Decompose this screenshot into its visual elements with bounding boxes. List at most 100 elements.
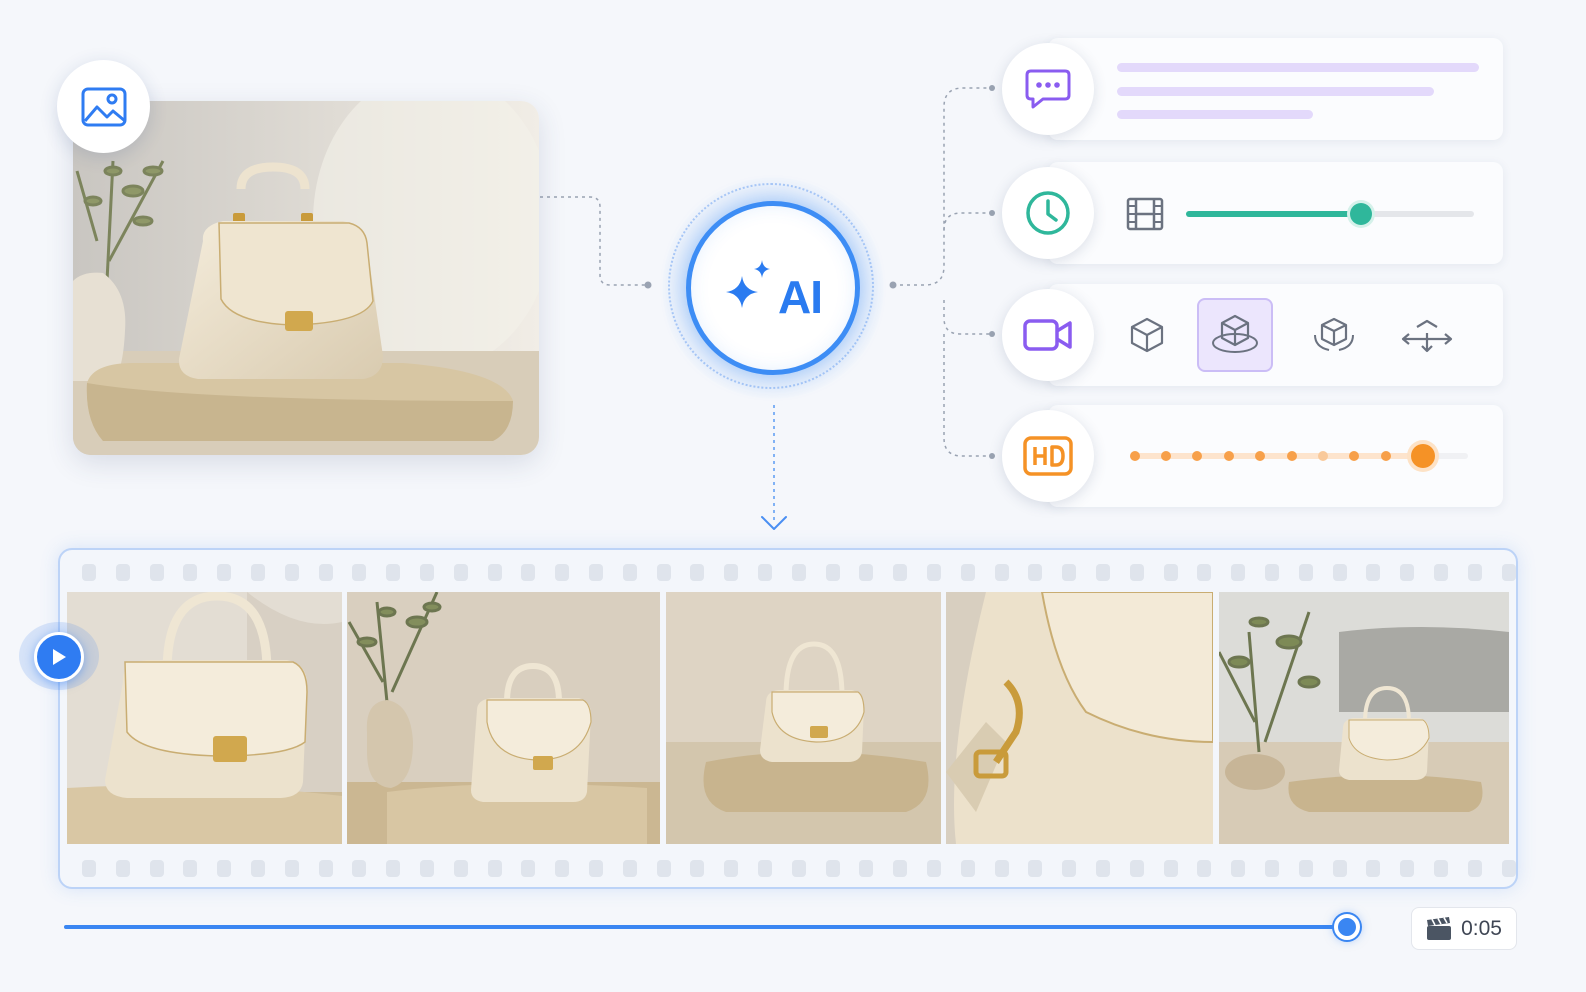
film-sprocket-hole: [994, 564, 1009, 581]
film-sprocket-hole: [656, 564, 671, 581]
video-frame-2[interactable]: [347, 592, 660, 844]
film-sprocket-hole: [622, 564, 637, 581]
source-product-photo: [73, 101, 539, 455]
film-sprocket-hole: [251, 860, 265, 877]
chat-bubble-icon: [1025, 69, 1071, 109]
film-sprocket-hole: [386, 860, 401, 877]
film-sprocket-hole: [690, 860, 705, 877]
prompt-panel[interactable]: [1048, 38, 1503, 140]
film-sprocket-hole: [994, 860, 1009, 877]
orbit-cube-icon: [1212, 314, 1258, 353]
film-sprocket-hole: [1366, 564, 1381, 581]
video-frame-1[interactable]: [67, 592, 342, 844]
film-sprocket-hole: [960, 860, 975, 877]
quality-step: [1130, 451, 1140, 461]
film-sprocket-hole: [453, 564, 468, 581]
duration-button[interactable]: [1002, 167, 1094, 259]
film-sprocket-hole: [656, 860, 671, 877]
camera-mode-static[interactable]: [1109, 298, 1185, 372]
pan-arrows-icon: [1401, 319, 1453, 353]
camera-mode-pan[interactable]: [1389, 298, 1465, 372]
quality-panel: [1048, 405, 1503, 507]
film-sprocket-hole: [183, 564, 198, 581]
film-sprocket-hole: [859, 860, 874, 877]
film-sprocket-hole: [386, 564, 401, 581]
film-sprocket-hole: [859, 564, 874, 581]
film-sprocket-hole: [1129, 564, 1144, 581]
quality-button[interactable]: [1002, 410, 1094, 502]
film-sprocket-hole: [318, 564, 333, 581]
quality-slider-knob[interactable]: [1411, 444, 1435, 468]
film-sprocket-hole: [927, 860, 941, 877]
prompt-line: [1117, 110, 1313, 119]
film-sprocket-hole: [1366, 860, 1381, 877]
film-sprocket-hole: [420, 860, 434, 877]
film-icon: [1126, 197, 1164, 231]
film-sprocket-hole: [1298, 860, 1313, 877]
duration-slider-fill: [1186, 211, 1361, 217]
camera-motion-panel: [1048, 284, 1503, 386]
film-sprocket-hole: [1096, 860, 1110, 877]
image-upload-button[interactable]: [57, 60, 150, 153]
film-sprocket-hole: [589, 860, 603, 877]
film-sprocket-hole: [1434, 860, 1448, 877]
film-sprocket-hole: [1501, 860, 1516, 877]
film-sprocket-hole: [149, 860, 164, 877]
play-button[interactable]: [19, 622, 99, 690]
hd-icon: [1023, 436, 1073, 476]
video-frame-5[interactable]: [1219, 592, 1509, 844]
film-sprocket-hole: [825, 860, 840, 877]
duration-slider-knob[interactable]: [1350, 203, 1372, 225]
film-sprocket-hole: [1163, 860, 1178, 877]
prompt-button[interactable]: [1002, 43, 1094, 135]
film-sprocket-hole: [758, 860, 772, 877]
film-sprocket-hole: [1298, 564, 1313, 581]
film-sprocket-hole: [284, 860, 299, 877]
film-sprocket-hole: [1028, 860, 1043, 877]
quality-step: [1224, 451, 1234, 461]
play-button-core[interactable]: [34, 632, 84, 682]
video-frame-4[interactable]: [946, 592, 1213, 844]
film-sprocket-hole: [555, 860, 570, 877]
film-sprocket-hole: [420, 564, 434, 581]
clock-icon: [1026, 191, 1070, 235]
film-sprocket-hole: [183, 860, 198, 877]
film-sprocket-hole: [251, 564, 265, 581]
film-sprocket-hole: [1332, 860, 1347, 877]
film-sprocket-hole: [1096, 564, 1110, 581]
camera-button[interactable]: [1002, 289, 1094, 381]
play-icon: [53, 649, 66, 665]
video-frame-3[interactable]: [666, 592, 941, 844]
film-sprocket-hole: [1062, 860, 1077, 877]
film-sprocket-hole: [893, 860, 908, 877]
quality-step: [1349, 451, 1359, 461]
timeline-scrubber-knob[interactable]: [1334, 914, 1360, 940]
film-sprocket-hole: [1062, 564, 1077, 581]
film-sprocket-hole: [690, 564, 705, 581]
film-sprocket-hole: [352, 564, 367, 581]
film-sprocket-hole: [927, 564, 941, 581]
film-sprocket-hole: [149, 564, 164, 581]
film-sprocket-hole: [1467, 860, 1482, 877]
film-sprocket-hole: [1332, 564, 1347, 581]
quality-step: [1318, 451, 1328, 461]
film-sprocket-hole: [724, 860, 739, 877]
video-camera-icon: [1023, 319, 1072, 351]
quality-step: [1161, 451, 1171, 461]
film-sprocket-hole: [284, 564, 299, 581]
film-sprocket-hole: [1197, 564, 1212, 581]
film-sprocket-hole: [352, 860, 367, 877]
rotate-cube-icon: [1314, 317, 1354, 351]
film-sprocket-hole: [1265, 860, 1279, 877]
ai-label: AI: [778, 271, 823, 323]
film-sprocket-hole: [960, 564, 975, 581]
film-sprocket-hole: [1197, 860, 1212, 877]
timeline-scrubber[interactable]: [64, 925, 1348, 929]
camera-mode-rotate[interactable]: [1296, 298, 1372, 372]
duration-badge: 0:05: [1411, 907, 1517, 950]
camera-mode-orbit[interactable]: [1197, 298, 1273, 372]
ai-generate-button[interactable]: AI: [686, 201, 860, 375]
film-sprocket-hole: [758, 564, 772, 581]
film-sprocket-hole: [1163, 564, 1178, 581]
film-sprocket-hole: [1501, 564, 1516, 581]
